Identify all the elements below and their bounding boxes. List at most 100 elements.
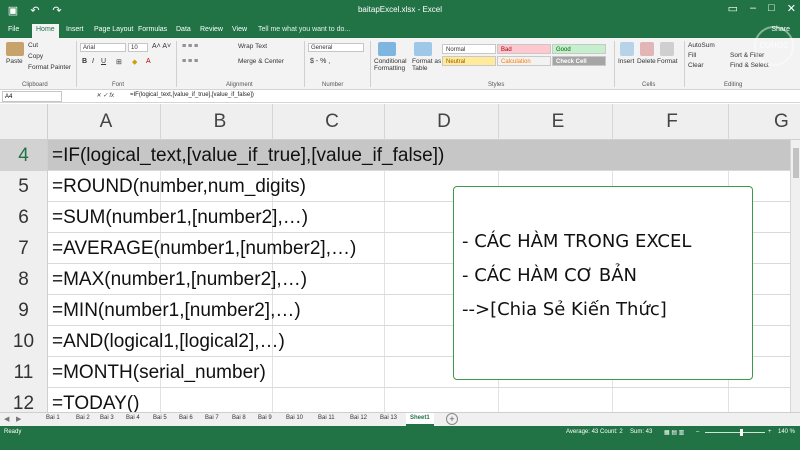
sheet-scroll-left-icon[interactable]: ◀: [4, 415, 9, 423]
font-size-combo[interactable]: 10: [128, 43, 148, 52]
cell-a4[interactable]: =IF(logical_text,[value_if_true],[value_…: [52, 140, 444, 171]
ribbon-options-icon[interactable]: ▭: [728, 2, 738, 15]
style-calculation[interactable]: Calculation: [497, 56, 551, 66]
cut-button[interactable]: Cut: [28, 42, 38, 49]
currency-icon[interactable]: $ - % ,: [310, 58, 330, 65]
style-normal[interactable]: Normal: [442, 44, 496, 54]
zoom-slider[interactable]: [705, 432, 765, 433]
sheet-tab[interactable]: Bai 11: [318, 415, 335, 421]
sheet-tab[interactable]: Bai 1: [46, 415, 60, 421]
font-color-icon[interactable]: A: [146, 58, 151, 65]
tab-review[interactable]: Review: [200, 26, 223, 33]
conditional-formatting-button[interactable]: Conditional Formatting: [374, 58, 410, 72]
sheet-tab[interactable]: Bai 9: [258, 415, 272, 421]
copy-button[interactable]: Copy: [28, 53, 43, 60]
sheet-tab[interactable]: Bai 3: [100, 415, 114, 421]
cell-a8[interactable]: =MAX(number1,[number2],…): [52, 264, 307, 295]
number-format-combo[interactable]: General: [308, 43, 364, 52]
sheet-tab[interactable]: Bai 13: [380, 415, 397, 421]
sheet-tab-active[interactable]: Sheet1: [406, 413, 434, 426]
select-all-corner[interactable]: [0, 104, 48, 140]
style-good[interactable]: Good: [552, 44, 606, 54]
tab-page-layout[interactable]: Page Layout: [94, 26, 133, 33]
row-header[interactable]: 11: [0, 357, 48, 388]
tab-insert[interactable]: Insert: [66, 26, 84, 33]
font-name-combo[interactable]: Arial: [80, 43, 126, 52]
format-as-table-icon[interactable]: [414, 42, 432, 56]
grow-font-icon[interactable]: A˄ A˅: [152, 43, 171, 50]
fx-icon[interactable]: ✕ ✓ fx: [96, 92, 114, 99]
sheet-tab[interactable]: Bai 7: [205, 415, 219, 421]
align-top-icon[interactable]: ≡ ≡ ≡: [182, 43, 198, 50]
tab-formulas[interactable]: Formulas: [138, 26, 167, 33]
formula-input[interactable]: =IF(logical_text,[value_if_true],[value_…: [130, 92, 254, 98]
fill-button[interactable]: Fill: [688, 52, 696, 59]
column-header-e[interactable]: E: [548, 111, 568, 133]
format-cells-icon[interactable]: [660, 42, 674, 56]
column-header-b[interactable]: B: [210, 111, 230, 133]
conditional-formatting-icon[interactable]: [378, 42, 396, 56]
format-as-table-button[interactable]: Format as Table: [412, 58, 442, 72]
tab-data[interactable]: Data: [176, 26, 191, 33]
cell-a11[interactable]: =MONTH(serial_number): [52, 357, 266, 388]
merge-center-button[interactable]: Merge & Center: [238, 58, 284, 65]
row-header[interactable]: 8: [0, 264, 48, 295]
sheet-tab[interactable]: Bai 12: [350, 415, 367, 421]
tab-file[interactable]: File: [8, 26, 19, 33]
fill-color-icon[interactable]: ◆: [132, 58, 137, 66]
paste-icon[interactable]: [6, 42, 24, 56]
row-header[interactable]: 10: [0, 326, 48, 357]
autosum-button[interactable]: AutoSum: [688, 42, 715, 49]
cell-a7[interactable]: =AVERAGE(number1,[number2],…): [52, 233, 356, 264]
tab-view[interactable]: View: [232, 26, 247, 33]
italic-button[interactable]: I: [92, 58, 94, 65]
sheet-tab[interactable]: Bai 6: [179, 415, 193, 421]
style-neutral[interactable]: Neutral: [442, 56, 496, 66]
view-normal-icon[interactable]: ▦ ▤ ▥: [664, 429, 684, 436]
row-header[interactable]: 7: [0, 233, 48, 264]
format-painter-button[interactable]: Format Painter: [28, 64, 71, 71]
callout-textbox[interactable]: - CÁC HÀM TRONG EXCEL - CÁC HÀM CƠ BẢN -…: [453, 186, 753, 380]
paste-button[interactable]: Paste: [6, 58, 23, 65]
style-bad[interactable]: Bad: [497, 44, 551, 54]
column-header-d[interactable]: D: [434, 111, 454, 133]
table-row[interactable]: 4 =IF(logical_text,[value_if_true],[valu…: [0, 140, 790, 171]
borders-icon[interactable]: ⊞: [116, 58, 122, 66]
wrap-text-button[interactable]: Wrap Text: [238, 43, 267, 50]
zoom-in-button[interactable]: +: [768, 429, 772, 435]
delete-cells-icon[interactable]: [640, 42, 654, 56]
underline-button[interactable]: U: [101, 58, 106, 65]
insert-cells-icon[interactable]: [620, 42, 634, 56]
clear-button[interactable]: Clear: [688, 62, 704, 69]
style-check-cell[interactable]: Check Cell: [552, 56, 606, 66]
close-button[interactable]: ✕: [787, 2, 796, 15]
tell-me-box[interactable]: Tell me what you want to do...: [258, 26, 350, 33]
tab-home[interactable]: Home: [32, 24, 59, 38]
sheet-scroll-right-icon[interactable]: ▶: [16, 415, 21, 423]
column-header-c[interactable]: C: [322, 111, 342, 133]
sheet-tab[interactable]: Bai 8: [232, 415, 246, 421]
format-button[interactable]: Format: [657, 58, 678, 65]
scrollbar-thumb[interactable]: [793, 148, 799, 178]
column-header-a[interactable]: A: [96, 111, 116, 133]
zoom-out-button[interactable]: –: [696, 429, 699, 435]
sheet-tab[interactable]: Bai 10: [286, 415, 303, 421]
vertical-scrollbar[interactable]: [790, 140, 800, 424]
cell-a10[interactable]: =AND(logical1,[logical2],…): [52, 326, 285, 357]
column-header-f[interactable]: F: [662, 111, 682, 133]
cell-a5[interactable]: =ROUND(number,num_digits): [52, 171, 306, 202]
cell-a6[interactable]: =SUM(number1,[number2],…): [52, 202, 308, 233]
bold-button[interactable]: B: [82, 58, 87, 65]
row-header[interactable]: 6: [0, 202, 48, 233]
add-sheet-icon[interactable]: +: [446, 413, 458, 425]
row-header[interactable]: 4: [0, 140, 48, 171]
cell-a9[interactable]: =MIN(number1,[number2],…): [52, 295, 301, 326]
column-header-g[interactable]: G: [774, 111, 788, 133]
insert-button[interactable]: Insert: [618, 58, 634, 65]
sheet-tab[interactable]: Bai 4: [126, 415, 140, 421]
minimize-button[interactable]: –: [750, 2, 756, 15]
sheet-tab[interactable]: Bai 2: [76, 415, 90, 421]
delete-button[interactable]: Delete: [637, 58, 656, 65]
zoom-level[interactable]: 140 %: [778, 429, 795, 435]
row-header[interactable]: 9: [0, 295, 48, 326]
